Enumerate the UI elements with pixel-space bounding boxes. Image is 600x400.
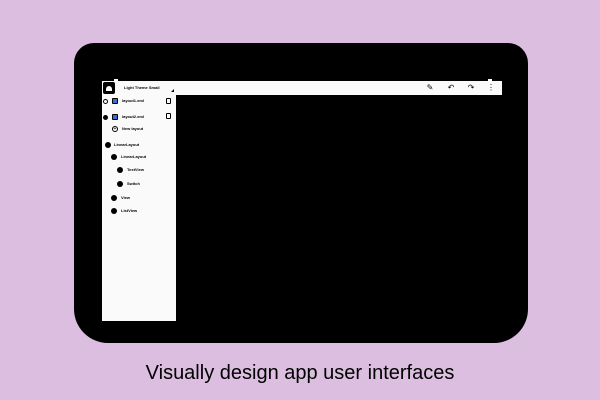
tree-label: LinearLayout [114,142,140,147]
design-canvas[interactable] [176,95,502,321]
layout-file-icon [112,98,118,104]
add-layout-icon: + [112,126,118,132]
radio-button[interactable] [103,99,108,104]
radio-button[interactable] [103,115,108,120]
new-layout-label: New layout [122,126,144,131]
feature-caption: Visually design app user interfaces [145,362,455,384]
lock-icon[interactable] [166,113,171,119]
theme-dropdown[interactable]: Light Theme Small [124,83,174,93]
redo-icon[interactable]: ↷ [466,83,476,93]
overflow-menu-icon[interactable]: ⋮ [486,83,496,93]
list-view-icon [111,208,117,214]
view-icon [117,167,123,173]
view-icon [111,195,117,201]
lock-icon[interactable] [166,98,171,104]
layout-panel: layout1.xml layout2.xml + New layout Lin… [102,95,176,321]
layout-label: layout1.xml [122,98,145,103]
tree-label: ListView [121,208,138,213]
pencil-icon[interactable]: ✎ [425,83,435,93]
tree-label: TextView [127,167,144,172]
layout-file-icon [112,114,118,120]
layout-label: layout2.xml [122,114,145,119]
tree-label: LinearLayout [121,154,147,159]
action-bar: Light Theme Small ✎ ↶ ↷ ⋮ [102,81,502,95]
device-screen: Light Theme Small ✎ ↶ ↷ ⋮ layout1.xml la… [102,79,502,321]
tree-label: Switch [127,181,140,186]
switch-icon [117,181,123,187]
view-group-icon [105,142,111,148]
tree-label: View [121,195,131,200]
view-group-icon [111,154,117,160]
undo-icon[interactable]: ↶ [446,83,456,93]
app-logo-icon [103,82,115,94]
